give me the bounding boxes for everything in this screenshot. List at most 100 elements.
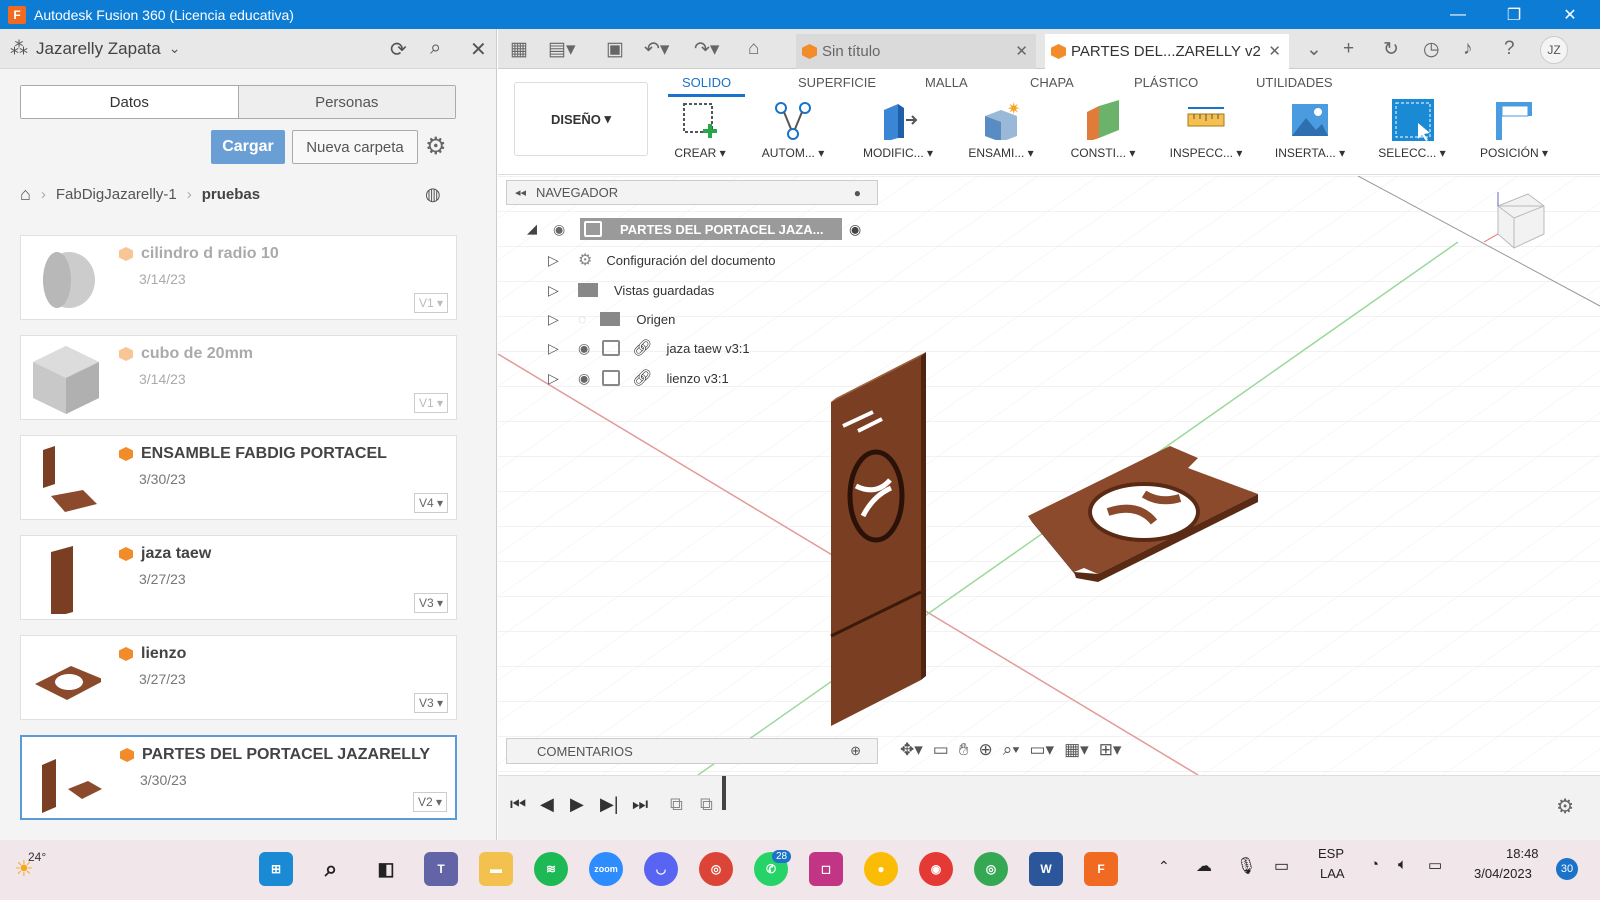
breadcrumb-project[interactable]: FabDigJazarelly-1	[56, 186, 177, 203]
expand-triangle-icon[interactable]: ▷	[548, 312, 560, 326]
user-name[interactable]: Jazarelly Zapata	[36, 39, 161, 59]
eye-icon[interactable]: ◉	[578, 370, 590, 387]
spotify-icon[interactable]: ≋	[534, 852, 568, 886]
sync-icon[interactable]: ↻	[1383, 38, 1399, 61]
tree-item-origin[interactable]: ▷ ◌ Origen	[548, 307, 675, 331]
insert-group[interactable]: INSERTA... ▾	[1262, 98, 1358, 160]
collapse-root-triangle-icon[interactable]: ◢	[527, 221, 537, 237]
start-button-icon[interactable]: ⊞	[259, 852, 293, 886]
teams-icon[interactable]: T	[424, 852, 458, 886]
tab-solido[interactable]: SOLIDO	[668, 75, 746, 97]
discord-icon[interactable]: ◡	[644, 852, 678, 886]
zoom-icon[interactable]: ⊕	[979, 740, 993, 760]
globe-share-icon[interactable]: ◍	[425, 184, 441, 205]
keep-icon[interactable]: ●	[864, 852, 898, 886]
workspace-switcher[interactable]: DISEÑO ▾	[514, 82, 648, 156]
assemble-group[interactable]: ✷ ENSAMI... ▾	[953, 98, 1049, 160]
expand-triangle-icon[interactable]: ▷	[548, 341, 560, 355]
create-group[interactable]: CREAR ▾	[652, 98, 748, 160]
battery-icon[interactable]: ▭	[1428, 856, 1442, 874]
add-comment-icon[interactable]: ⊕	[850, 743, 861, 759]
file-item-selected[interactable]: PARTES DEL PORTACEL JAZARELLY 3/30/23 V2…	[20, 735, 457, 820]
search-icon[interactable]: ⌕	[430, 37, 441, 60]
upload-button[interactable]: Cargar	[211, 130, 285, 164]
microphone-icon[interactable]: 🎙︎	[1236, 856, 1256, 876]
tab-malla[interactable]: MALLA	[925, 75, 968, 90]
go-to-end-icon[interactable]: ⏭	[632, 794, 648, 815]
instagram-icon[interactable]: ◻	[809, 852, 843, 886]
restore-button[interactable]: ❐	[1486, 0, 1542, 29]
tab-datos[interactable]: Datos	[21, 86, 239, 118]
grid-menu-icon[interactable]: ▦	[510, 38, 528, 61]
tree-item-lienzo[interactable]: ▷ ◉ 🔗︎ lienzo v3:1	[548, 366, 729, 390]
tree-item-settings[interactable]: ▷ ⚙ Configuración del documento	[548, 248, 775, 272]
new-tab-plus-icon[interactable]: +	[1343, 38, 1354, 60]
tab-plastico[interactable]: PLÁSTICO	[1134, 75, 1198, 90]
collapse-panel-icon[interactable]: ◂◂	[515, 186, 526, 199]
close-window-button[interactable]: ✕	[1542, 0, 1598, 29]
tab-superficie[interactable]: SUPERFICIE	[798, 75, 876, 90]
construct-group[interactable]: CONSTI... ▾	[1055, 98, 1151, 160]
notification-count-badge[interactable]: 30	[1556, 858, 1578, 880]
task-view-icon[interactable]: ◧	[369, 852, 403, 886]
tab-chapa[interactable]: CHAPA	[1030, 75, 1074, 90]
chrome-icon[interactable]: ◎	[699, 852, 733, 886]
file-item[interactable]: ENSAMBLE FABDIG PORTACEL 3/30/23 V4 ▾	[20, 435, 457, 520]
look-at-icon[interactable]: ▭	[933, 740, 949, 760]
eye-icon[interactable]: ◉	[553, 221, 565, 238]
expand-triangle-icon[interactable]: ▷	[548, 253, 560, 267]
position-group[interactable]: POSICIÓN ▾	[1466, 98, 1562, 160]
select-group[interactable]: SELECC... ▾	[1364, 98, 1460, 160]
activate-radio-icon[interactable]: ◉	[849, 221, 861, 238]
settings-gear-icon[interactable]: ⚙	[425, 132, 447, 161]
doc-tab-active[interactable]: PARTES DEL...ZARELLY v2 ✕	[1045, 34, 1289, 69]
wifi-icon[interactable]: ◔	[1370, 856, 1379, 873]
modify-group[interactable]: MODIFIC... ▾	[850, 98, 946, 160]
timeline-feature-icon[interactable]: ⧉	[670, 794, 683, 815]
job-status-icon[interactable]: ◷	[1423, 38, 1440, 61]
file-menu-icon[interactable]: ▤▾	[548, 38, 576, 61]
version-dropdown[interactable]: V1 ▾	[413, 393, 448, 413]
expand-triangle-icon[interactable]: ▷	[548, 283, 560, 297]
keyboard-icon[interactable]: ▭	[1274, 856, 1289, 876]
file-explorer-icon[interactable]: ▬	[479, 852, 513, 886]
save-icon[interactable]: ▣	[606, 38, 624, 61]
redo-icon[interactable]: ↷▾	[694, 38, 719, 61]
onedrive-cloud-icon[interactable]: ☁	[1196, 856, 1212, 876]
tab-personas[interactable]: Personas	[238, 86, 455, 118]
comments-panel[interactable]: COMENTARIOS ⊕	[506, 738, 878, 764]
volume-icon[interactable]: 🔈︎	[1398, 856, 1407, 873]
tab-list-chevron-icon[interactable]: ⌄	[1306, 38, 1322, 61]
version-dropdown[interactable]: V3 ▾	[413, 693, 448, 713]
close-tab-icon[interactable]: ✕	[1268, 42, 1281, 60]
home-icon[interactable]: ⌂	[748, 38, 759, 60]
clock-time[interactable]: 18:48	[1506, 846, 1539, 861]
user-avatar[interactable]: JZ	[1540, 36, 1568, 64]
version-dropdown[interactable]: V3 ▾	[413, 593, 448, 613]
orbit-icon[interactable]: ✥▾	[900, 740, 923, 760]
inspect-group[interactable]: INSPECC... ▾	[1158, 98, 1254, 160]
version-dropdown[interactable]: V1 ▾	[413, 293, 448, 313]
timeline-marker[interactable]	[722, 776, 726, 810]
close-tab-icon[interactable]: ✕	[1015, 42, 1028, 60]
display-settings-icon[interactable]: ▭▾	[1029, 740, 1054, 760]
help-icon[interactable]: ?	[1504, 38, 1515, 60]
step-forward-icon[interactable]: ▶|	[600, 794, 619, 815]
tree-item-saved-views[interactable]: ▷ Vistas guardadas	[548, 278, 714, 302]
step-back-icon[interactable]: ◀	[540, 794, 554, 815]
version-dropdown[interactable]: V4 ▾	[413, 493, 448, 513]
grid-settings-icon[interactable]: ▦▾	[1064, 740, 1089, 760]
timeline-settings-gear-icon[interactable]: ⚙	[1556, 794, 1574, 819]
new-folder-button[interactable]: Nueva carpeta	[292, 130, 418, 164]
word-icon[interactable]: W	[1029, 852, 1063, 886]
tree-item-jaza-taew[interactable]: ▷ ◉ 🔗︎ jaza taew v3:1	[548, 336, 750, 360]
home-icon[interactable]: ⌂	[20, 184, 31, 205]
pan-hand-icon[interactable]: ✋︎	[959, 740, 969, 760]
minimize-button[interactable]: —	[1430, 0, 1486, 29]
minimize-browser-icon[interactable]: ●	[854, 186, 861, 200]
file-item[interactable]: cubo de 20mm 3/14/23 V1 ▾	[20, 335, 457, 420]
eye-hidden-icon[interactable]: ◌	[578, 311, 586, 327]
notifications-bell-icon[interactable]: ♪	[1463, 38, 1473, 60]
close-panel-icon[interactable]: ✕	[470, 37, 487, 62]
tab-utilidades[interactable]: UTILIDADES	[1256, 75, 1333, 90]
